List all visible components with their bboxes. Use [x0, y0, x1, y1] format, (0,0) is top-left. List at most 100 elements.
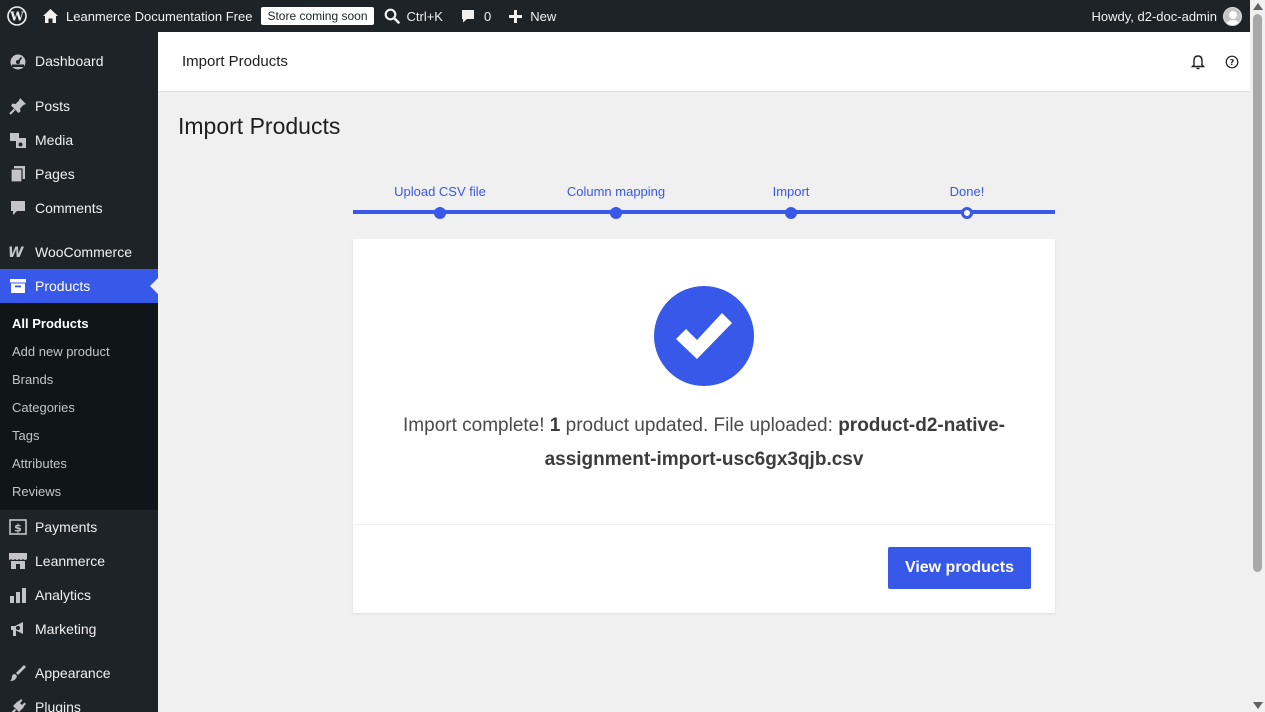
page-header-bar: Import Products ? [158, 32, 1250, 92]
home-icon [42, 8, 59, 24]
sidebar-item-label: Media [35, 132, 74, 148]
msg-prefix: Import complete! [403, 415, 550, 436]
sidebar-item-label: Products [35, 278, 91, 294]
submenu-tags[interactable]: Tags [0, 421, 158, 449]
sidebar-item-label: Marketing [35, 621, 97, 637]
media-icon [8, 130, 28, 150]
store-status-badge[interactable]: Store coming soon [261, 7, 374, 25]
updated-count: 1 [549, 415, 561, 436]
pages-icon [8, 164, 28, 184]
step-import: Import [721, 183, 861, 219]
svg-text:?: ? [1230, 58, 1235, 67]
comment-icon [460, 8, 476, 24]
plus-icon [508, 9, 523, 24]
sidebar-item-label: Analytics [35, 587, 92, 603]
step-dot [785, 207, 797, 219]
step-label: Column mapping [566, 184, 666, 199]
step-label: Import [772, 184, 810, 199]
howdy-label: Howdy, d2-doc-admin [1091, 8, 1217, 24]
scrollbar-thumb[interactable] [1253, 14, 1262, 572]
step-done: Done! [897, 183, 1037, 219]
comments-count: 0 [483, 8, 492, 24]
sidebar-item-analytics[interactable]: Analytics [0, 578, 158, 612]
header-title: Import Products [182, 53, 288, 70]
step-column-mapping: Column mapping [546, 183, 686, 219]
msg-mid: product updated. File uploaded: [560, 415, 839, 436]
dollar-icon: $ [8, 517, 28, 537]
submenu-reviews[interactable]: Reviews [0, 477, 158, 505]
import-status-message: Import complete! 1 product updated. File… [373, 409, 1035, 477]
sidebar-item-label: Leanmerce [35, 553, 106, 569]
new-content-link[interactable]: New [501, 0, 563, 32]
page-title: Import Products [178, 113, 341, 139]
sidebar-item-label: WooCommerce [35, 244, 132, 260]
archive-icon [8, 276, 28, 296]
pin-icon [8, 96, 28, 116]
bar-chart-icon [8, 585, 28, 605]
sidebar-item-appearance[interactable]: Appearance [0, 656, 158, 690]
admin-bar: W Leanmerce Documentation Free Store com… [0, 0, 1250, 32]
scroll-down-arrow-icon[interactable] [1253, 702, 1263, 709]
new-label: New [530, 8, 557, 24]
submenu-brands[interactable]: Brands [0, 365, 158, 393]
sidebar-item-label: Plugins [35, 699, 81, 712]
checkmark-icon [654, 286, 754, 386]
wordpress-logo-icon[interactable]: W [0, 0, 35, 32]
account-menu[interactable]: Howdy, d2-doc-admin [1092, 0, 1242, 32]
products-submenu: All Products Add new product Brands Cate… [0, 303, 158, 510]
woo-icon: W [8, 242, 28, 262]
submenu-categories[interactable]: Categories [0, 393, 158, 421]
sidebar-item-label: Dashboard [35, 53, 104, 69]
sidebar-item-label: Posts [35, 98, 71, 114]
sidebar-item-payments[interactable]: $ Payments [0, 510, 158, 544]
sidebar-item-label: Payments [35, 519, 98, 535]
sidebar-item-media[interactable]: Media [0, 123, 158, 157]
sidebar-item-comments[interactable]: Comments [0, 191, 158, 225]
sidebar-item-leanmerce[interactable]: Leanmerce [0, 544, 158, 578]
stepper-progress-line [353, 210, 1055, 214]
card-footer: View products [353, 524, 1055, 613]
admin-sidebar: Dashboard Posts Media Pages Comments W W… [0, 32, 158, 712]
bell-icon[interactable] [1188, 52, 1208, 72]
submenu-all-products[interactable]: All Products [0, 309, 158, 337]
site-name-link[interactable]: Leanmerce Documentation Free [35, 0, 259, 32]
sidebar-item-pages[interactable]: Pages [0, 157, 158, 191]
command-palette-button[interactable]: Ctrl+K [377, 0, 450, 32]
svg-text:$: $ [14, 522, 22, 535]
site-name: Leanmerce Documentation Free [66, 8, 253, 24]
submenu-add-new-product[interactable]: Add new product [0, 337, 158, 365]
step-label: Upload CSV file [394, 184, 486, 199]
sidebar-item-label: Comments [35, 200, 103, 216]
step-dot [610, 207, 622, 219]
view-products-button[interactable]: View products [887, 547, 1031, 589]
sidebar-item-marketing[interactable]: Marketing [0, 612, 158, 646]
comment-icon [8, 198, 28, 218]
store-icon [8, 551, 28, 571]
avatar[interactable] [1223, 6, 1242, 26]
import-stepper: Upload CSV file Column mapping Import Do… [353, 183, 1055, 219]
scroll-up-arrow-icon[interactable] [1253, 3, 1263, 10]
sidebar-item-label: Pages [35, 166, 75, 182]
step-dot-current [961, 207, 973, 219]
comments-link[interactable]: 0 [453, 0, 498, 32]
help-icon[interactable]: ? [1222, 52, 1242, 72]
sidebar-item-dashboard[interactable]: Dashboard [0, 44, 158, 78]
dashboard-icon [8, 51, 28, 71]
step-dot [434, 207, 446, 219]
megaphone-icon [8, 619, 28, 639]
import-result-card: Import complete! 1 product updated. File… [353, 239, 1055, 613]
search-icon [384, 8, 400, 24]
page-scrollbar[interactable] [1250, 0, 1265, 712]
sidebar-item-woocommerce[interactable]: W WooCommerce [0, 235, 158, 269]
sidebar-item-plugins[interactable]: Plugins [0, 690, 158, 712]
step-label: Done! [949, 184, 985, 199]
plug-icon [8, 697, 28, 712]
sidebar-item-posts[interactable]: Posts [0, 89, 158, 123]
submenu-attributes[interactable]: Attributes [0, 449, 158, 477]
svg-text:W: W [9, 10, 24, 24]
step-upload-csv: Upload CSV file [370, 183, 510, 219]
sidebar-item-label: Appearance [35, 665, 111, 681]
svg-text:W: W [8, 245, 24, 259]
sidebar-item-products[interactable]: Products [0, 269, 158, 303]
search-shortcut: Ctrl+K [406, 8, 443, 24]
